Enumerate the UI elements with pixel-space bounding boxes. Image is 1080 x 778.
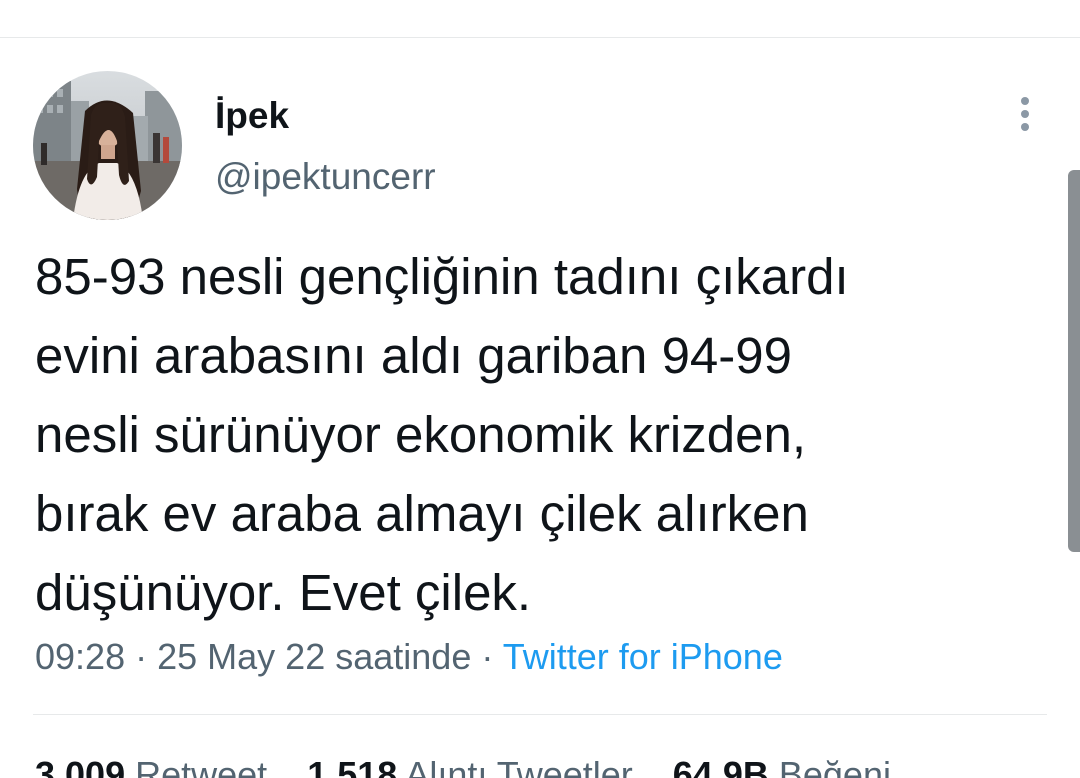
stats-divider [33, 714, 1047, 715]
retweets-stat[interactable]: 3.009 Retweet [35, 752, 267, 778]
tweet-text-line: 85-93 nesli gençliğinin tadını çıkardı [35, 248, 849, 305]
meta-separator: · [135, 636, 148, 677]
tweet-text-line: düşünüyor. Evet çilek. [35, 564, 532, 621]
tweet-date[interactable]: 25 May 22 saatinde [157, 636, 471, 677]
more-vertical-icon [1021, 97, 1029, 131]
avatar[interactable] [33, 71, 182, 220]
top-divider [0, 37, 1080, 38]
tweet-text-line: nesli sürünüyor ekonomik krizden, [35, 406, 807, 463]
tweet-text: 85-93 nesli gençliğinin tadını çıkardı e… [35, 237, 1035, 632]
meta-separator: · [481, 636, 494, 677]
retweets-count: 3.009 [35, 754, 126, 778]
tweet-time[interactable]: 09:28 [35, 636, 125, 677]
display-name[interactable]: İpek [215, 94, 289, 138]
quotes-stat[interactable]: 1.518 Alıntı Tweetler [307, 752, 633, 778]
likes-stat[interactable]: 64,9B Beğeni [673, 752, 891, 778]
retweets-label: Retweet [135, 754, 268, 778]
more-options-button[interactable] [1002, 93, 1048, 139]
tweet-source-link[interactable]: Twitter for iPhone [503, 636, 783, 677]
likes-count: 64,9B [672, 754, 769, 778]
tweet-text-line: evini arabasını aldı gariban 94-99 [35, 327, 793, 384]
tweet-detail-page: İpek @ipektuncerr 85-93 nesli gençliğini… [0, 0, 1080, 778]
quotes-label: Alıntı Tweetler [405, 754, 633, 778]
avatar-photo [33, 71, 182, 220]
quotes-count: 1.518 [307, 754, 398, 778]
user-handle[interactable]: @ipektuncerr [215, 155, 436, 199]
engagement-stats: 3.009 Retweet 1.518 Alıntı Tweetler 64,9… [35, 752, 921, 778]
scrollbar[interactable] [1068, 170, 1080, 552]
tweet-metadata: 09:28 · 25 May 22 saatinde · Twitter for… [35, 634, 783, 680]
tweet-text-line: bırak ev araba almayı çilek alırken [35, 485, 809, 542]
likes-label: Beğeni [778, 754, 891, 778]
